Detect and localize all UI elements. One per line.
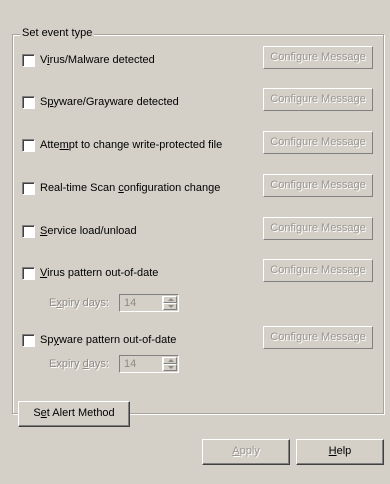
event-label[interactable]: Attempt to change write-protected file — [40, 138, 222, 152]
set-alert-method-button[interactable]: Set Alert Method — [18, 401, 130, 427]
configure-message-button[interactable]: Configure Message — [263, 88, 373, 111]
configure-message-button[interactable]: Configure Message — [263, 174, 373, 197]
spinner-arrows[interactable] — [162, 296, 177, 310]
configure-message-button[interactable]: Configure Message — [263, 131, 373, 154]
arrow-up-icon — [168, 298, 174, 301]
event-label[interactable]: Service load/unload — [40, 224, 137, 238]
event-label[interactable]: Virus pattern out-of-date — [40, 266, 158, 280]
spyware-expiry-spinner[interactable]: 14 — [119, 355, 179, 373]
configure-message-button[interactable]: Configure Message — [263, 46, 373, 69]
checkbox[interactable] — [22, 54, 35, 67]
virus-expiry-spinner[interactable]: 14 — [119, 294, 179, 312]
arrow-up-icon — [168, 359, 174, 362]
apply-button[interactable]: Apply — [202, 439, 290, 465]
spin-up-button[interactable] — [163, 357, 177, 364]
spyware-expiry-label: Expiry days: — [49, 358, 109, 370]
checkbox[interactable] — [22, 225, 35, 238]
spinner-value[interactable]: 14 — [124, 358, 136, 370]
checkbox[interactable] — [22, 139, 35, 152]
spinner-value[interactable]: 14 — [124, 297, 136, 309]
configure-message-button[interactable]: Configure Message — [263, 326, 373, 349]
group-legend: Set event type — [20, 27, 95, 40]
checkbox[interactable] — [22, 267, 35, 280]
event-label[interactable]: Spyware pattern out-of-date — [40, 333, 176, 347]
configure-message-button[interactable]: Configure Message — [263, 217, 373, 240]
configure-message-button[interactable]: Configure Message — [263, 259, 373, 282]
spinner-arrows[interactable] — [162, 357, 177, 371]
spin-down-button[interactable] — [163, 303, 177, 310]
checkbox[interactable] — [22, 96, 35, 109]
arrow-down-icon — [168, 305, 174, 308]
help-button[interactable]: Help — [296, 439, 384, 465]
checkbox[interactable] — [22, 182, 35, 195]
checkbox[interactable] — [22, 334, 35, 347]
virus-expiry-label: Expiry days: — [49, 297, 109, 309]
spin-down-button[interactable] — [163, 364, 177, 371]
arrow-down-icon — [168, 366, 174, 369]
event-label[interactable]: Real-time Scan configuration change — [40, 181, 220, 195]
spin-up-button[interactable] — [163, 296, 177, 303]
event-label[interactable]: Virus/Malware detected — [40, 53, 155, 67]
event-label[interactable]: Spyware/Grayware detected — [40, 95, 179, 109]
